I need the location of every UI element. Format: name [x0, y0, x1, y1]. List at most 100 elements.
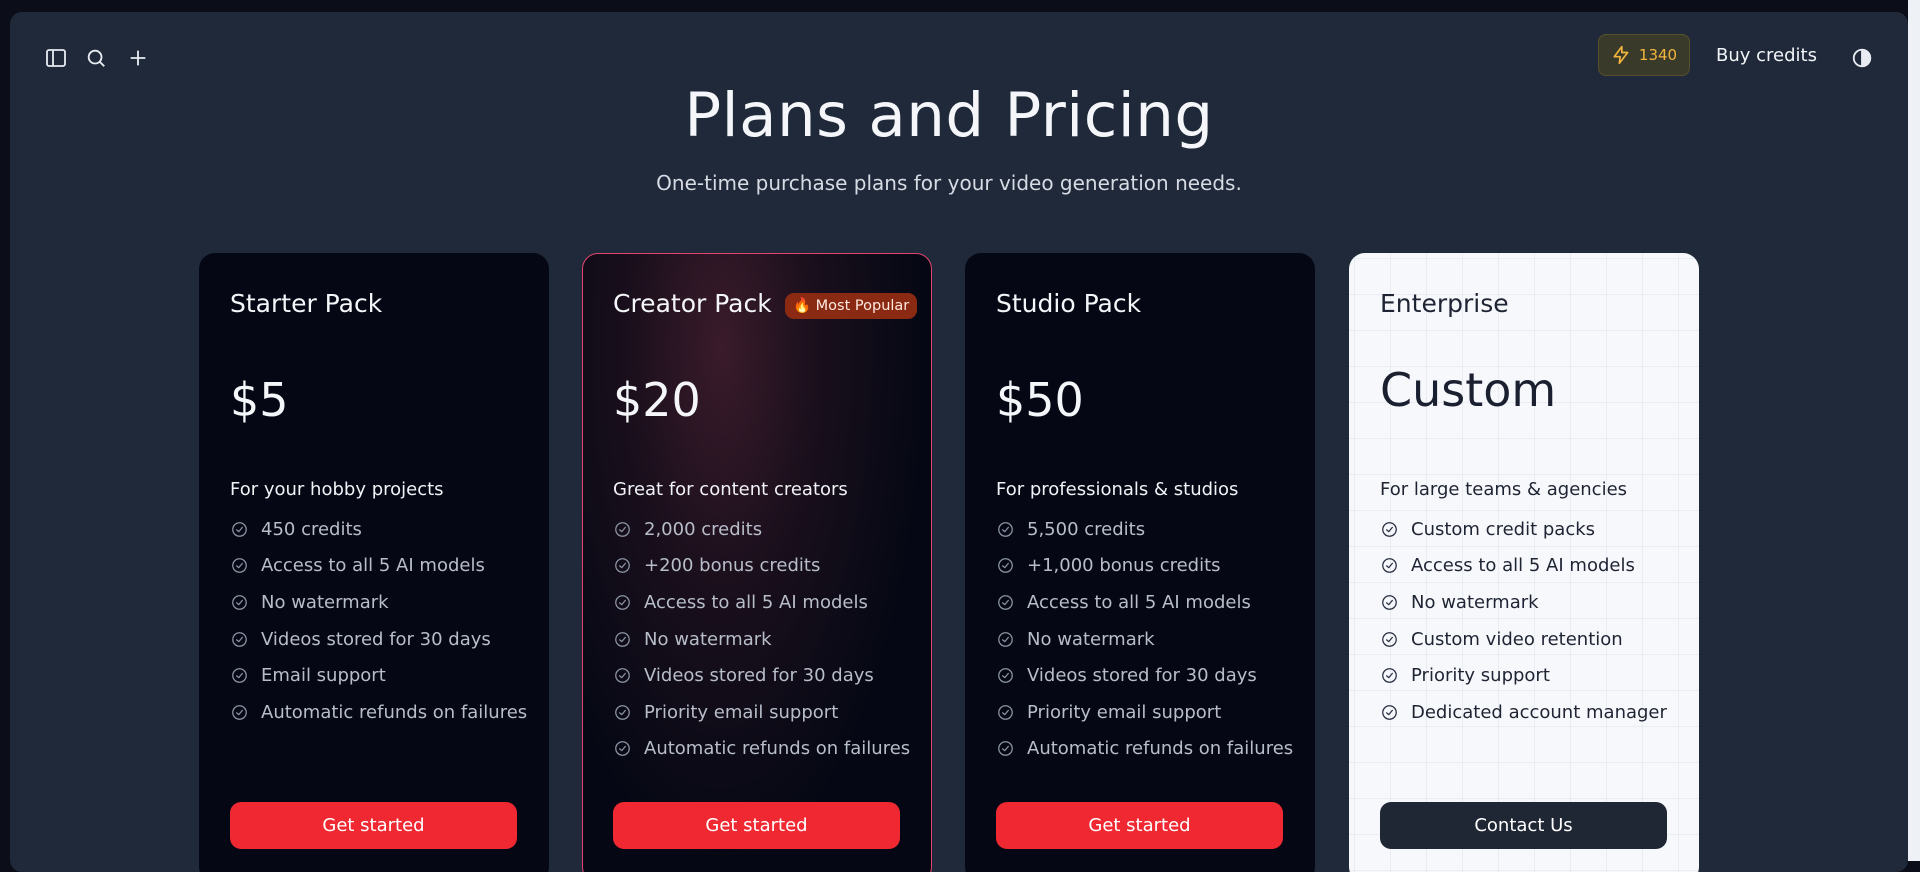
feature-item: +200 bonus credits [613, 548, 910, 585]
feature-label: Priority email support [644, 701, 839, 723]
feature-label: Automatic refunds on failures [1027, 738, 1294, 760]
feature-item: 2,000 credits [613, 511, 910, 548]
check-circle-icon [996, 666, 1015, 685]
feature-label: Videos stored for 30 days [644, 665, 874, 687]
check-circle-icon [1380, 556, 1399, 575]
feature-list: 5,500 credits +1,000 bonus credits Acces… [996, 511, 1293, 767]
plan-card-creator: Creator Pack 🔥 Most Popular $20 Great fo… [582, 253, 932, 872]
feature-item: Videos stored for 30 days [613, 657, 910, 694]
plan-price: Custom [1380, 363, 1557, 417]
check-circle-icon [230, 556, 249, 575]
feature-item: Custom video retention [1380, 621, 1667, 658]
feature-label: 2,000 credits [644, 518, 763, 540]
feature-label: Access to all 5 AI models [1411, 555, 1635, 577]
check-circle-icon [996, 739, 1015, 758]
feature-item: Automatic refunds on failures [996, 731, 1293, 768]
feature-label: +200 bonus credits [644, 555, 821, 577]
feature-item: Priority support [1380, 657, 1667, 694]
feature-label: Videos stored for 30 days [1027, 665, 1257, 687]
check-circle-icon [996, 556, 1015, 575]
sidebar-toggle-icon [46, 49, 66, 67]
app-window: 1340 Buy credits Plans and Pricing One-t… [10, 12, 1908, 872]
feature-item: +1,000 bonus credits [996, 548, 1293, 585]
contact-us-button[interactable]: Contact Us [1380, 802, 1667, 849]
plan-description: Great for content creators [613, 479, 848, 500]
plan-name: Starter Pack [230, 289, 383, 318]
feature-item: Automatic refunds on failures [230, 694, 527, 731]
feature-item: No watermark [1380, 584, 1667, 621]
scrollbar[interactable] [1908, 0, 1920, 861]
check-circle-icon [613, 666, 632, 685]
feature-list: Custom credit packs Access to all 5 AI m… [1380, 511, 1667, 731]
credits-badge[interactable]: 1340 [1598, 34, 1690, 76]
new-button[interactable] [122, 42, 154, 74]
feature-item: Access to all 5 AI models [230, 548, 527, 585]
search-button[interactable] [80, 42, 112, 74]
plan-name: Studio Pack [996, 289, 1142, 318]
check-circle-icon [230, 630, 249, 649]
search-icon [87, 49, 105, 67]
feature-item: No watermark [613, 621, 910, 658]
check-circle-icon [996, 703, 1015, 722]
plan-card-enterprise: Enterprise Custom For large teams & agen… [1349, 253, 1699, 872]
lightning-icon [1613, 45, 1629, 65]
feature-label: +1,000 bonus credits [1027, 555, 1221, 577]
plan-description: For your hobby projects [230, 479, 444, 500]
page-title: Plans and Pricing [684, 80, 1214, 151]
feature-label: Access to all 5 AI models [644, 591, 868, 613]
feature-label: Automatic refunds on failures [261, 701, 528, 723]
check-circle-icon [996, 630, 1015, 649]
check-circle-icon [613, 520, 632, 539]
feature-item: Videos stored for 30 days [230, 621, 527, 658]
feature-item: Automatic refunds on failures [613, 731, 910, 768]
plan-card-starter: Starter Pack $5 For your hobby projects … [199, 253, 549, 872]
check-circle-icon [1380, 630, 1399, 649]
feature-label: Custom video retention [1411, 628, 1623, 650]
feature-label: Automatic refunds on failures [644, 738, 911, 760]
feature-label: No watermark [261, 591, 389, 613]
feature-label: Priority support [1411, 665, 1550, 687]
feature-item: Priority email support [613, 694, 910, 731]
feature-item: Access to all 5 AI models [996, 584, 1293, 621]
feature-label: Email support [261, 665, 386, 687]
check-circle-icon [230, 593, 249, 612]
feature-item: Custom credit packs [1380, 511, 1667, 548]
feature-item: Priority email support [996, 694, 1293, 731]
check-circle-icon [1380, 593, 1399, 612]
check-circle-icon [996, 593, 1015, 612]
feature-label: No watermark [1027, 628, 1155, 650]
buy-credits-link[interactable]: Buy credits [1716, 42, 1817, 70]
plan-name: Creator Pack [613, 289, 772, 318]
check-circle-icon [613, 556, 632, 575]
feature-label: Priority email support [1027, 701, 1222, 723]
contrast-icon [1852, 48, 1872, 68]
check-circle-icon [230, 520, 249, 539]
feature-label: 5,500 credits [1027, 518, 1146, 540]
plus-icon [130, 50, 146, 66]
sidebar-toggle-button[interactable] [40, 42, 72, 74]
plan-description: For professionals & studios [996, 479, 1239, 500]
get-started-button[interactable]: Get started [996, 802, 1283, 849]
check-circle-icon [613, 630, 632, 649]
check-circle-icon [613, 739, 632, 758]
page-subtitle: One-time purchase plans for your video g… [656, 171, 1242, 195]
get-started-button[interactable]: Get started [613, 802, 900, 849]
theme-toggle-button[interactable] [1846, 42, 1878, 74]
feature-item: 450 credits [230, 511, 527, 548]
check-circle-icon [230, 703, 249, 722]
check-circle-icon [1380, 666, 1399, 685]
check-circle-icon [1380, 703, 1399, 722]
feature-list: 450 credits Access to all 5 AI models No… [230, 511, 527, 731]
check-circle-icon [1380, 520, 1399, 539]
feature-label: Videos stored for 30 days [261, 628, 491, 650]
feature-item: Email support [230, 657, 527, 694]
plan-price: $20 [613, 373, 701, 427]
feature-item: No watermark [230, 584, 527, 621]
get-started-button[interactable]: Get started [230, 802, 517, 849]
feature-label: 450 credits [261, 518, 362, 540]
plan-price: $5 [230, 373, 289, 427]
check-circle-icon [613, 703, 632, 722]
feature-label: Custom credit packs [1411, 518, 1596, 540]
check-circle-icon [996, 520, 1015, 539]
feature-label: Dedicated account manager [1411, 701, 1667, 723]
